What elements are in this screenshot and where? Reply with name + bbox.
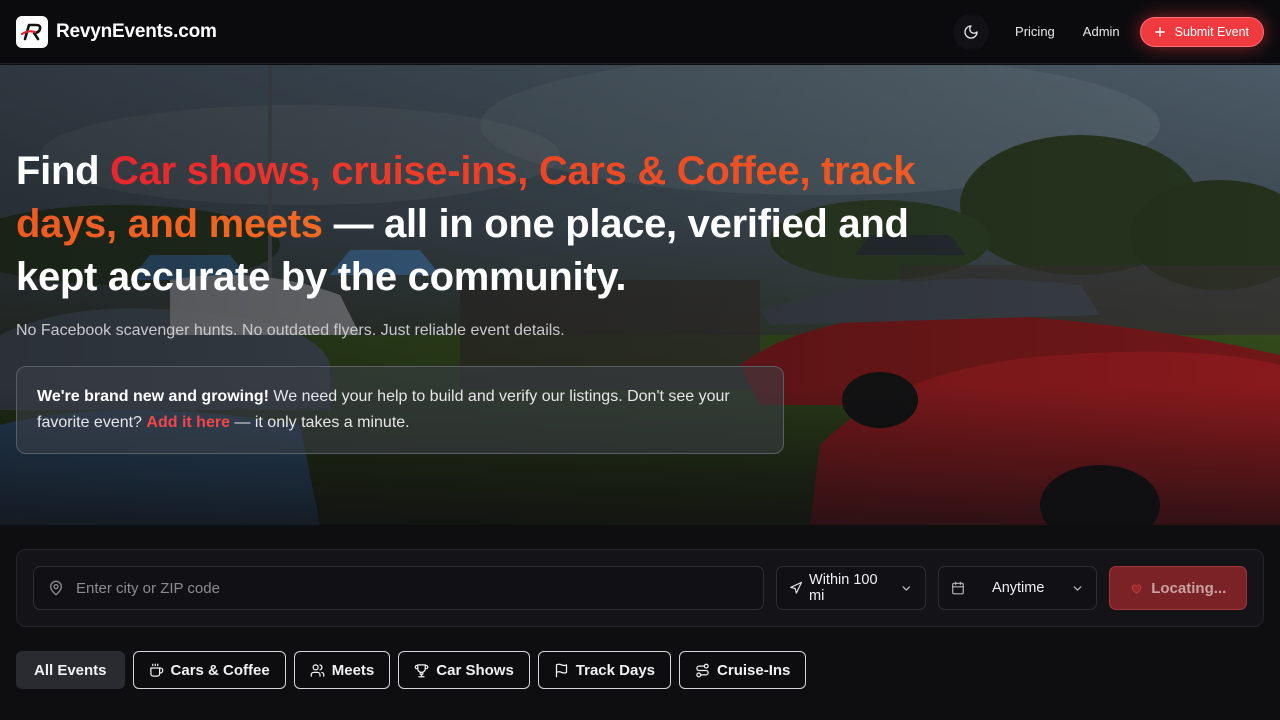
site-header: RevynEvents.com Pricing Admin Submit Eve… [0, 0, 1280, 64]
hero-section: Find Car shows, cruise-ins, Cars & Coffe… [0, 65, 1280, 525]
trophy-icon [414, 663, 429, 677]
admin-link[interactable]: Admin [1069, 16, 1134, 47]
date-select[interactable]: Anytime [937, 566, 1098, 610]
navigation-icon [790, 581, 803, 594]
filter-cars-and-coffee[interactable]: Cars & Coffee [132, 651, 286, 689]
filter-label: All Events [34, 661, 107, 679]
moon-icon [964, 24, 978, 39]
radius-select[interactable]: Within 100 mi [776, 566, 926, 610]
date-value: Anytime [992, 580, 1045, 596]
add-event-link[interactable]: Add it here [146, 414, 230, 431]
locate-label: Locating... [1151, 579, 1227, 597]
filter-car-shows[interactable]: Car Shows [398, 651, 530, 689]
submit-event-button[interactable]: Submit Event [1139, 16, 1264, 47]
theme-toggle-button[interactable] [953, 13, 990, 50]
filter-all-events[interactable]: All Events [16, 651, 125, 689]
brand-logo[interactable]: RevynEvents.com [16, 15, 217, 48]
category-filters: All Events Cars & Coffee Meets Car Shows… [16, 651, 807, 689]
chevron-down-icon [902, 585, 911, 591]
filter-meets[interactable]: Meets [293, 651, 391, 689]
community-notice: We're brand new and growing! We need you… [16, 366, 784, 454]
filter-track-days[interactable]: Track Days [537, 651, 672, 689]
map-pin-icon [50, 580, 62, 596]
route-icon [696, 663, 709, 677]
location-input[interactable] [76, 579, 716, 597]
filter-cruise-ins[interactable]: Cruise-Ins [679, 651, 807, 689]
notice-tail: — it only takes a minute. [229, 414, 410, 431]
submit-event-label: Submit Event [1174, 24, 1249, 39]
filter-label: Meets [331, 661, 375, 679]
hero-subline: No Facebook scavenger hunts. No outdated… [16, 322, 565, 339]
locate-button[interactable]: Locating... [1109, 566, 1247, 610]
search-panel: Within 100 mi Anytime Locating... [16, 549, 1264, 627]
heart-icon [1131, 584, 1142, 594]
flag-icon [555, 663, 567, 677]
radius-value: Within 100 mi [809, 572, 878, 604]
headline-prefix: Find [16, 149, 111, 193]
plus-icon [1154, 26, 1165, 37]
users-icon [310, 663, 325, 677]
hero-content: Find Car shows, cruise-ins, Cars & Coffe… [16, 145, 956, 454]
filter-label: Track Days [575, 661, 656, 679]
coffee-icon [149, 663, 163, 677]
brand-name: RevynEvents.com [56, 20, 217, 42]
location-field[interactable] [33, 566, 765, 610]
filter-label: Cars & Coffee [170, 661, 270, 679]
filter-label: Car Shows [436, 661, 514, 679]
hero-headline: Find Car shows, cruise-ins, Cars & Coffe… [16, 145, 956, 304]
calendar-icon [952, 581, 964, 595]
main-nav: Pricing Admin Submit Event [953, 13, 1264, 50]
notice-bold: We're brand new and growing! [37, 388, 269, 405]
filter-label: Cruise-Ins [717, 661, 791, 679]
chevron-down-icon [1074, 585, 1082, 591]
revyn-logo-icon [16, 15, 48, 48]
pricing-link[interactable]: Pricing [1001, 16, 1069, 47]
